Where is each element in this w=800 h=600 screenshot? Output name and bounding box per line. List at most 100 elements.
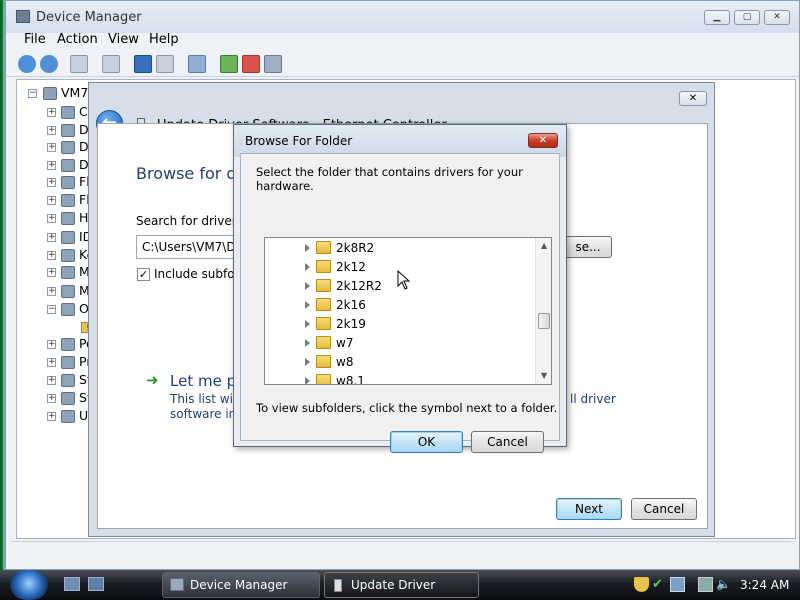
close-button[interactable]: ✕ — [764, 10, 790, 25]
expand-icon[interactable]: + — [47, 358, 56, 367]
folder-label: w8.1 — [336, 374, 365, 385]
folder-icon — [316, 260, 331, 273]
scroll-down-icon[interactable]: ▼ — [541, 371, 547, 380]
expand-icon[interactable]: + — [47, 412, 56, 421]
collapse-icon[interactable]: − — [47, 305, 56, 314]
folder-icon — [316, 298, 331, 311]
menu-help[interactable]: Help — [149, 32, 179, 47]
expand-arrow-icon[interactable] — [305, 301, 310, 309]
cancel-button[interactable]: Cancel — [631, 498, 697, 520]
expand-icon[interactable]: + — [47, 214, 56, 223]
expand-arrow-icon[interactable] — [305, 282, 310, 290]
folder-row[interactable]: 2k8R2 — [265, 239, 535, 258]
start-button[interactable] — [8, 570, 50, 600]
dialog-instruction: Select the folder that contains drivers … — [256, 165, 523, 193]
expand-icon[interactable]: + — [47, 376, 56, 385]
hid-icon — [61, 212, 75, 225]
scroll-thumb[interactable] — [538, 313, 550, 329]
ide-controller-icon — [61, 231, 75, 244]
folder-row[interactable]: w8 — [265, 353, 535, 372]
next-button[interactable]: Next — [556, 498, 622, 520]
folder-row[interactable]: 2k16 — [265, 296, 535, 315]
expand-icon[interactable]: + — [47, 126, 56, 135]
taskbar-item-update-driver[interactable]: Update Driver Softw... — [324, 572, 479, 598]
uninstall-icon[interactable] — [242, 55, 260, 73]
disable-icon[interactable] — [264, 55, 282, 73]
folder-icon — [316, 241, 331, 254]
scroll-up-icon[interactable]: ▲ — [541, 241, 547, 250]
device-manager-icon — [170, 578, 184, 591]
back-icon[interactable] — [18, 55, 36, 73]
storage-controller-icon — [61, 374, 75, 387]
menu-action[interactable]: Action — [57, 32, 98, 47]
title-bar[interactable]: Device Manager ▁ ▢ ✕ — [6, 1, 799, 33]
device-icon — [334, 579, 342, 592]
expand-icon[interactable]: + — [47, 394, 56, 403]
taskbar-label: Update Driver Softw... — [351, 578, 436, 592]
expand-icon[interactable]: + — [47, 233, 56, 242]
expand-arrow-icon[interactable] — [305, 339, 310, 347]
show-desktop-icon[interactable] — [64, 577, 80, 591]
security-shield-icon[interactable] — [634, 577, 649, 592]
expand-arrow-icon[interactable] — [305, 320, 310, 328]
network-icon[interactable] — [670, 577, 685, 592]
device-manager-icon — [16, 10, 30, 23]
folder-tree[interactable]: 2k8R2 2k12 2k12R2 2k16 2k19 w7 w8 w8.1 ▲ ▼ — [264, 237, 552, 385]
taskbar-label: Device Manager — [190, 578, 288, 592]
help-icon[interactable] — [134, 55, 152, 73]
cancel-button[interactable]: Cancel — [471, 431, 544, 453]
expand-arrow-icon[interactable] — [305, 358, 310, 366]
scan-hardware-icon[interactable] — [188, 55, 206, 73]
expand-icon[interactable]: + — [47, 108, 56, 117]
expand-icon[interactable]: + — [47, 196, 56, 205]
include-subfolders-checkbox[interactable]: ✓ — [137, 268, 150, 281]
expand-icon[interactable]: + — [47, 268, 56, 277]
folder-row[interactable]: w8.1 — [265, 372, 535, 385]
clock[interactable]: 3:24 AM — [740, 578, 789, 592]
let-me-pick-desc-end: ll driver — [570, 392, 616, 406]
up-icon[interactable] — [70, 55, 88, 73]
close-button[interactable]: ✕ — [679, 91, 707, 106]
maximize-button[interactable]: ▢ — [734, 10, 760, 25]
folder-icon — [316, 374, 331, 384]
folder-label: w8 — [336, 355, 354, 369]
expand-arrow-icon[interactable] — [305, 263, 310, 271]
expand-icon[interactable]: + — [47, 161, 56, 170]
let-me-pick-link[interactable]: Let me pi — [170, 372, 240, 390]
update-driver-icon[interactable] — [220, 55, 238, 73]
mouse-cursor-icon — [397, 270, 411, 290]
collapse-icon[interactable]: − — [28, 89, 37, 98]
taskbar-item-device-manager[interactable]: Device Manager — [162, 572, 320, 598]
folder-label: 2k12R2 — [336, 279, 382, 293]
volume-muted-icon[interactable]: 🔈 — [716, 577, 731, 592]
menu-file[interactable]: File — [24, 32, 46, 47]
switch-windows-icon[interactable] — [88, 577, 104, 591]
expand-icon[interactable]: + — [47, 143, 56, 152]
folder-label: 2k19 — [336, 317, 366, 331]
usb-controller-icon — [61, 410, 75, 423]
expand-icon[interactable]: + — [47, 251, 56, 260]
ok-button[interactable]: OK — [390, 431, 463, 453]
expand-icon[interactable]: + — [47, 178, 56, 187]
checkmark-icon[interactable]: ✔ — [652, 577, 667, 592]
folder-row[interactable]: 2k19 — [265, 315, 535, 334]
expand-arrow-icon[interactable] — [305, 377, 310, 384]
expand-icon[interactable]: + — [47, 340, 56, 349]
folder-icon — [316, 355, 331, 368]
folder-row[interactable]: w7 — [265, 334, 535, 353]
menu-view[interactable]: View — [108, 32, 139, 47]
minimize-button[interactable]: ▁ — [704, 10, 730, 25]
monitor-icon[interactable] — [698, 577, 713, 592]
forward-icon[interactable] — [40, 55, 58, 73]
computer-icon — [61, 106, 75, 119]
vertical-scrollbar[interactable]: ▲ ▼ — [535, 238, 551, 384]
expand-icon[interactable]: + — [47, 287, 56, 296]
path-input[interactable]: C:\Users\VM7\Do — [136, 235, 246, 259]
properties-icon[interactable] — [102, 55, 120, 73]
processor-icon — [61, 356, 75, 369]
folder-label: 2k8R2 — [336, 241, 375, 255]
expand-arrow-icon[interactable] — [305, 244, 310, 252]
browse-button[interactable]: se... — [564, 236, 612, 258]
view-icon[interactable] — [156, 55, 174, 73]
close-button[interactable]: ✕ — [528, 133, 558, 148]
